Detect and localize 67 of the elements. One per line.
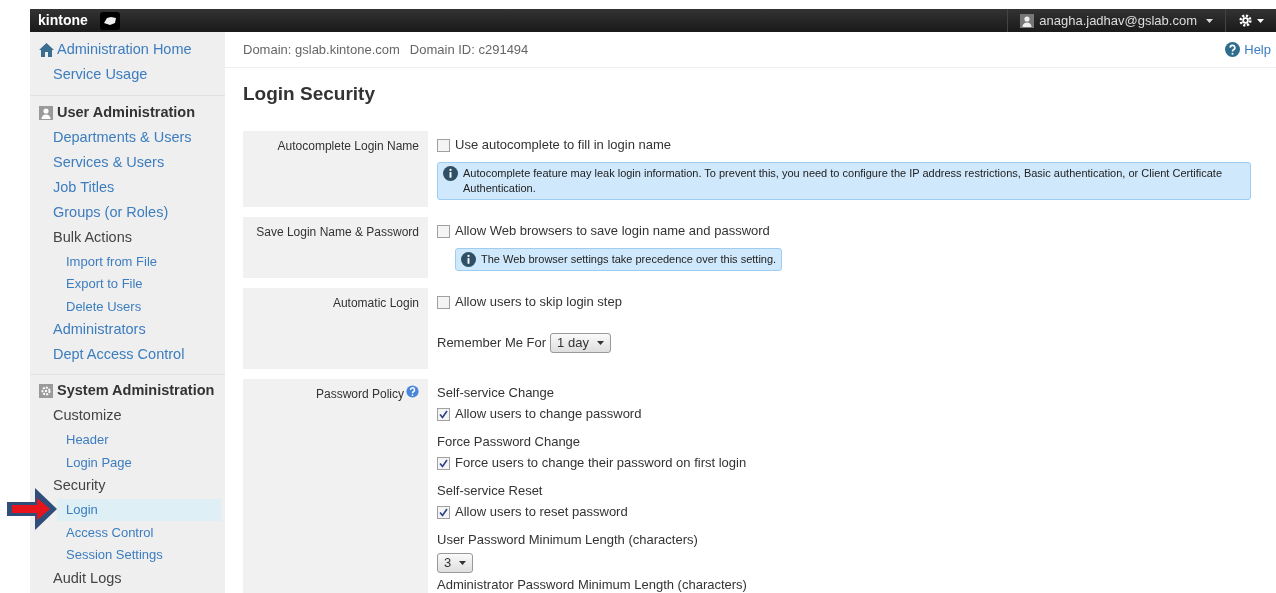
section-heading: User Administration xyxy=(57,102,196,122)
info-text: The Web browser settings take precedence over this setting. xyxy=(481,252,777,267)
home-link[interactable]: Administration Home xyxy=(30,37,225,62)
checkbox-label: Allow Web browsers to save login name and password xyxy=(455,222,770,241)
sidebar-item[interactable]: Export to File xyxy=(57,272,221,295)
setting-label: Automatic Login xyxy=(332,295,419,312)
help-link[interactable]: Help xyxy=(1225,39,1271,60)
subheading: User Password Minimum Length (characters) xyxy=(437,532,699,548)
field-label: Remember Me For xyxy=(437,334,547,353)
caret-icon xyxy=(1206,19,1213,24)
sidebar-item[interactable]: Dept Access Control xyxy=(53,342,221,368)
sidebar-item[interactable]: Header xyxy=(57,428,221,451)
caret-icon xyxy=(596,341,604,345)
sidebar-item[interactable]: Security xyxy=(53,473,221,499)
sidebar-item[interactable]: Delete Users xyxy=(57,295,221,318)
dropdown[interactable]: 3 xyxy=(437,553,474,573)
checkbox[interactable] xyxy=(437,295,450,309)
info-icon xyxy=(443,166,458,181)
domain-id-text: Domain ID: c291494 xyxy=(409,40,529,59)
caret-icon xyxy=(1257,18,1264,23)
subheading: Self-service Change xyxy=(437,385,556,401)
checkbox[interactable] xyxy=(437,456,450,470)
domain-text: Domain: gslab.kintone.com xyxy=(243,40,400,59)
checkbox-label: Allow users to change password xyxy=(455,405,642,424)
sidebar-item[interactable]: Administrators xyxy=(53,317,221,343)
info-icon xyxy=(461,252,476,267)
checkbox-label: Use autocomplete to fill in login name xyxy=(455,136,672,155)
page-title: Login Security xyxy=(242,82,376,106)
gear-icon xyxy=(39,384,53,398)
sidebar-item[interactable]: Login xyxy=(57,498,221,521)
logo-text: kintone xyxy=(37,11,88,30)
dropdown[interactable]: 1 day xyxy=(550,333,611,353)
checkbox-label: Allow users to skip login step xyxy=(455,293,622,312)
settings-icon xyxy=(1238,13,1253,28)
help-icon xyxy=(406,385,419,398)
checkbox[interactable] xyxy=(437,138,450,152)
sidebar-item[interactable]: Service Usage xyxy=(30,62,225,87)
setting-label: Autocomplete Login Name xyxy=(277,138,419,155)
setting-label: Password Policy xyxy=(315,386,404,403)
sidebar-item[interactable]: Access Control xyxy=(57,521,221,544)
sidebar-item[interactable]: Login Page xyxy=(57,451,221,474)
checkbox[interactable] xyxy=(437,505,450,519)
user-menu[interactable]: anagha.jadhav@gslab.com xyxy=(1007,9,1226,32)
checkbox[interactable] xyxy=(437,407,450,421)
setting-label: Save Login Name & Password xyxy=(256,224,419,241)
sidebar-item[interactable]: Customize xyxy=(53,403,221,429)
sidebar-item[interactable]: Bulk Actions xyxy=(53,225,221,250)
sidebar-item[interactable]: Departments & Users xyxy=(53,125,221,150)
user-icon xyxy=(39,105,53,120)
checkbox-label: Allow users to reset password xyxy=(455,503,628,522)
section-heading: System Administration xyxy=(57,381,215,401)
home-icon xyxy=(39,42,54,57)
sidebar-item[interactable]: Groups (or Roles) xyxy=(53,200,221,225)
user-icon xyxy=(1020,13,1035,28)
subheading: Self-service Reset xyxy=(437,483,544,499)
checkbox-label: Force users to change their password on first login xyxy=(455,454,747,473)
sidebar-item[interactable]: Audit Logs xyxy=(53,566,221,591)
sidebar-item[interactable]: Job Titles xyxy=(53,175,221,200)
caret-icon xyxy=(459,561,467,565)
subheading: Force Password Change xyxy=(437,434,582,450)
subheading: Administrator Password Minimum Length (characters) xyxy=(437,577,748,593)
sidebar-item[interactable]: Services & Users xyxy=(53,150,221,175)
checkbox[interactable] xyxy=(437,224,450,238)
help-icon xyxy=(1225,42,1241,57)
sidebar-item[interactable]: Import from File xyxy=(57,250,221,273)
sidebar-item[interactable]: Session Settings xyxy=(57,543,221,566)
info-text: Autocomplete feature may leak login information. To prevent this, you need to configure the IP address restrictions, Basic authentication, or Client Certificate Authentication. xyxy=(463,166,1223,196)
